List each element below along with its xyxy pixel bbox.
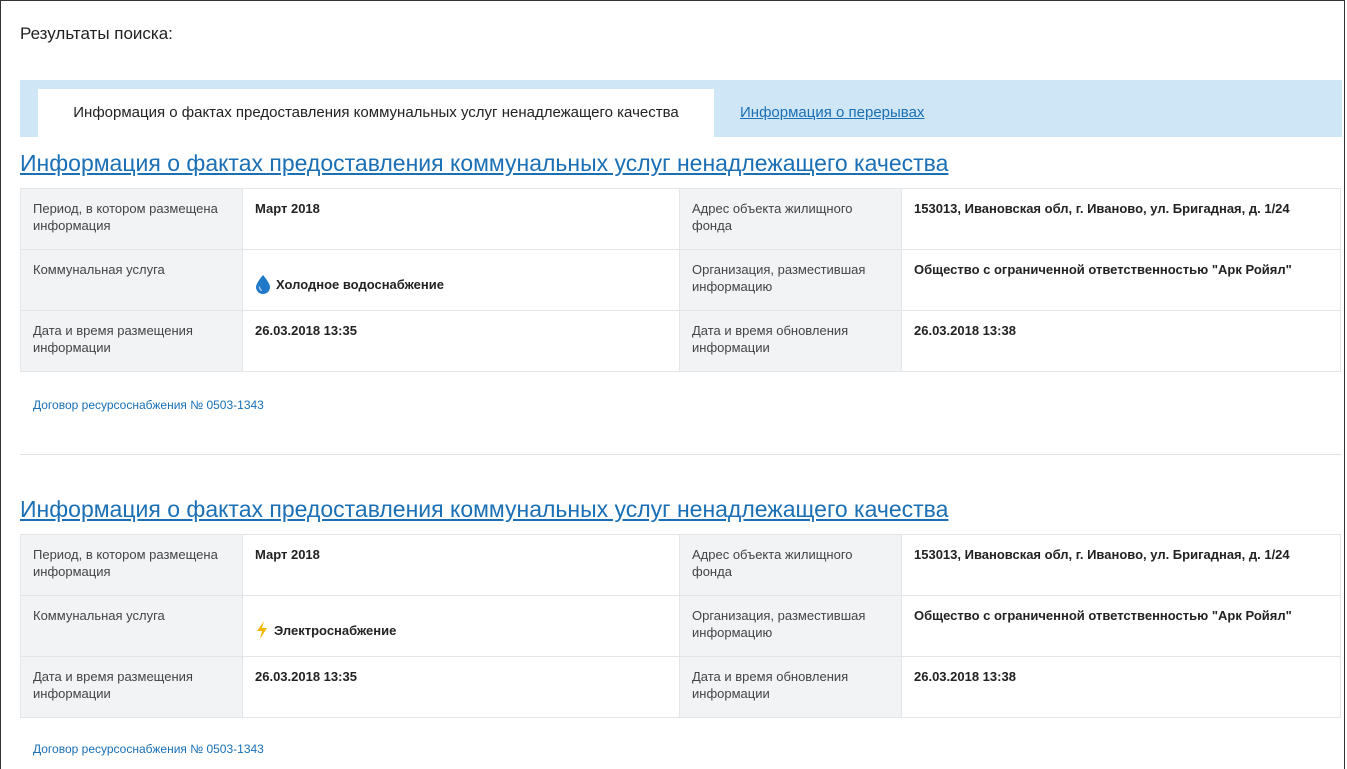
service-value: Холодное водоснабжение — [276, 276, 444, 292]
updated-label: Дата и время обновления информации — [679, 310, 902, 372]
tab-interruptions[interactable]: Информация о перерывах — [740, 89, 924, 137]
service-cell: Электроснабжение — [242, 595, 680, 657]
service-label: Коммунальная услуга — [20, 595, 243, 657]
updated-value: 26.03.2018 13:38 — [901, 310, 1341, 372]
record-info-table: Период, в котором размещена информация М… — [20, 188, 1341, 372]
tab-quality-facts[interactable]: Информация о фактах предоставления комму… — [38, 89, 714, 137]
period-value: Март 2018 — [242, 534, 680, 596]
record-divider — [20, 454, 1342, 455]
period-label: Период, в котором размещена информация — [20, 188, 243, 250]
address-label: Адрес объекта жилищного фонда — [679, 534, 902, 596]
period-value: Март 2018 — [242, 188, 680, 250]
address-value: 153013, Ивановская обл, г. Иваново, ул. … — [901, 534, 1341, 596]
placed-value: 26.03.2018 13:35 — [242, 656, 680, 718]
page-title: Результаты поиска: — [20, 24, 173, 43]
org-label: Организация, разместившая информацию — [679, 249, 902, 311]
placed-label: Дата и время размещения информации — [20, 310, 243, 372]
tab-bar: Информация о фактах предоставления комму… — [20, 80, 1342, 137]
address-label: Адрес объекта жилищного фонда — [679, 188, 902, 250]
service-cell: Холодное водоснабжение — [242, 249, 680, 311]
record-title-link[interactable]: Информация о фактах предоставления комму… — [20, 496, 948, 523]
org-value: Общество с ограниченной ответственностью… — [901, 595, 1341, 657]
record-title-link[interactable]: Информация о фактах предоставления комму… — [20, 150, 948, 177]
address-value: 153013, Ивановская обл, г. Иваново, ул. … — [901, 188, 1341, 250]
contract-link[interactable]: Договор ресурсоснабжения № 0503-1343 — [33, 742, 264, 756]
placed-value: 26.03.2018 13:35 — [242, 310, 680, 372]
placed-label: Дата и время размещения информации — [20, 656, 243, 718]
service-label: Коммунальная услуга — [20, 249, 243, 311]
org-label: Организация, разместившая информацию — [679, 595, 902, 657]
record-info-table: Период, в котором размещена информация М… — [20, 534, 1341, 718]
updated-label: Дата и время обновления информации — [679, 656, 902, 718]
lightning-icon — [257, 621, 267, 639]
period-label: Период, в котором размещена информация — [20, 534, 243, 596]
org-value: Общество с ограниченной ответственностью… — [901, 249, 1341, 311]
service-value: Электроснабжение — [274, 622, 397, 638]
water-drop-icon — [256, 275, 270, 294]
updated-value: 26.03.2018 13:38 — [901, 656, 1341, 718]
contract-link[interactable]: Договор ресурсоснабжения № 0503-1343 — [33, 398, 264, 412]
